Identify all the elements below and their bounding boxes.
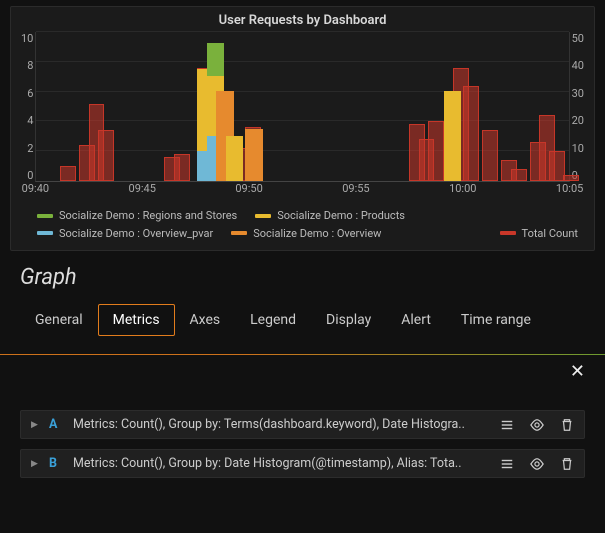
xtick: 09:50 bbox=[235, 182, 262, 195]
menu-icon[interactable] bbox=[500, 457, 514, 471]
bar-total-count[interactable] bbox=[98, 130, 114, 181]
chart-panel: User Requests by Dashboard 10 8 6 4 2 0 … bbox=[10, 6, 595, 251]
legend-label: Socialize Demo : Products bbox=[277, 207, 405, 225]
divider bbox=[0, 354, 605, 355]
tab-display[interactable]: Display bbox=[311, 304, 386, 336]
chevron-right-icon[interactable]: ▶ bbox=[31, 420, 39, 430]
x-axis: 09:4009:4509:5009:5510:0010:05 bbox=[35, 182, 569, 198]
xtick: 09:45 bbox=[129, 182, 156, 195]
query-summary: Metrics: Count(), Group by: Terms(dashbo… bbox=[73, 417, 490, 432]
query-row[interactable]: ▶ B Metrics: Count(), Group by: Date His… bbox=[20, 449, 585, 478]
chart-stage: 10 8 6 4 2 0 09:40 09:45 09:50 09:55 10:00 10… bbox=[19, 32, 586, 202]
bar-stacked[interactable] bbox=[226, 136, 244, 181]
bar-segment bbox=[207, 43, 225, 76]
bar-stacked[interactable] bbox=[444, 91, 462, 181]
ytick-left: 0 bbox=[27, 169, 33, 182]
ytick-left: 10 bbox=[21, 32, 33, 45]
bar-total-count[interactable] bbox=[482, 130, 498, 181]
legend-label: Socialize Demo : Regions and Stores bbox=[59, 207, 237, 225]
tab-time-range[interactable]: Time range bbox=[446, 304, 546, 336]
tab-legend[interactable]: Legend bbox=[235, 304, 311, 336]
legend-item[interactable]: Socialize Demo : Overview_pvar bbox=[37, 225, 213, 243]
bar-total-count[interactable] bbox=[463, 86, 479, 181]
legend-swatch-icon bbox=[231, 231, 247, 235]
bar-total-count[interactable] bbox=[428, 121, 444, 181]
ytick-left: 2 bbox=[27, 142, 33, 155]
legend-item[interactable]: Total Count bbox=[500, 225, 578, 243]
bar-total-count[interactable] bbox=[174, 154, 190, 181]
ytick-right: 40 bbox=[572, 59, 584, 72]
query-list: ▶ A Metrics: Count(), Group by: Terms(da… bbox=[0, 382, 605, 478]
bar-segment bbox=[245, 129, 263, 182]
chart-legend: Socialize Demo : Regions and Stores Soci… bbox=[19, 207, 586, 242]
trash-icon[interactable] bbox=[560, 418, 574, 432]
y-axis-right: 50 40 30 20 10 0 bbox=[570, 32, 586, 182]
query-letter: B bbox=[49, 456, 63, 471]
legend-swatch-icon bbox=[500, 231, 516, 235]
panel-title: Graph bbox=[20, 265, 585, 290]
ytick-right: 20 bbox=[572, 114, 584, 127]
tab-metrics[interactable]: Metrics bbox=[98, 304, 175, 336]
bar-total-count[interactable] bbox=[511, 169, 527, 181]
chart-title: User Requests by Dashboard bbox=[19, 11, 586, 32]
ytick-left: 8 bbox=[27, 59, 33, 72]
ytick-left: 6 bbox=[27, 87, 33, 100]
legend-label: Socialize Demo : Overview bbox=[253, 225, 381, 243]
legend-swatch-icon bbox=[255, 214, 271, 218]
ytick-right: 50 bbox=[572, 32, 584, 45]
xtick: 09:40 bbox=[22, 182, 49, 195]
legend-item[interactable]: Socialize Demo : Products bbox=[255, 207, 405, 225]
chevron-right-icon[interactable]: ▶ bbox=[31, 459, 39, 469]
menu-icon[interactable] bbox=[500, 418, 514, 432]
bar-stacked[interactable] bbox=[245, 129, 263, 182]
legend-swatch-icon bbox=[37, 231, 53, 235]
xtick: 10:00 bbox=[449, 182, 476, 195]
legend-swatch-icon bbox=[37, 214, 53, 218]
query-row[interactable]: ▶ A Metrics: Count(), Group by: Terms(da… bbox=[20, 410, 585, 439]
bar-total-count[interactable] bbox=[563, 175, 579, 181]
bar-total-count[interactable] bbox=[60, 166, 76, 181]
y-axis-left: 10 8 6 4 2 0 bbox=[19, 32, 35, 182]
bar-segment bbox=[444, 91, 462, 181]
tab-axes[interactable]: Axes bbox=[175, 304, 236, 336]
xtick: 10:05 bbox=[556, 182, 583, 195]
query-summary: Metrics: Count(), Group by: Date Histogr… bbox=[73, 456, 490, 471]
legend-label: Total Count bbox=[522, 225, 578, 243]
bar-segment bbox=[226, 136, 244, 181]
xtick: 09:55 bbox=[342, 182, 369, 195]
ytick-right: 30 bbox=[572, 87, 584, 100]
legend-item[interactable]: Socialize Demo : Regions and Stores bbox=[37, 207, 237, 225]
tab-bar: General Metrics Axes Legend Display Aler… bbox=[20, 304, 585, 336]
trash-icon[interactable] bbox=[560, 457, 574, 471]
graph-editor: Graph General Metrics Axes Legend Displa… bbox=[0, 251, 605, 336]
ytick-left: 4 bbox=[27, 114, 33, 127]
eye-icon[interactable] bbox=[530, 418, 544, 432]
legend-label: Socialize Demo : Overview_pvar bbox=[59, 225, 213, 243]
query-letter: A bbox=[49, 417, 63, 432]
ytick-right: 10 bbox=[572, 142, 584, 155]
close-icon[interactable]: ✕ bbox=[0, 355, 605, 382]
tab-general[interactable]: General bbox=[20, 304, 98, 336]
legend-item[interactable]: Socialize Demo : Overview bbox=[231, 225, 381, 243]
plot-area[interactable] bbox=[35, 32, 569, 182]
tab-alert[interactable]: Alert bbox=[386, 304, 446, 336]
eye-icon[interactable] bbox=[530, 457, 544, 471]
